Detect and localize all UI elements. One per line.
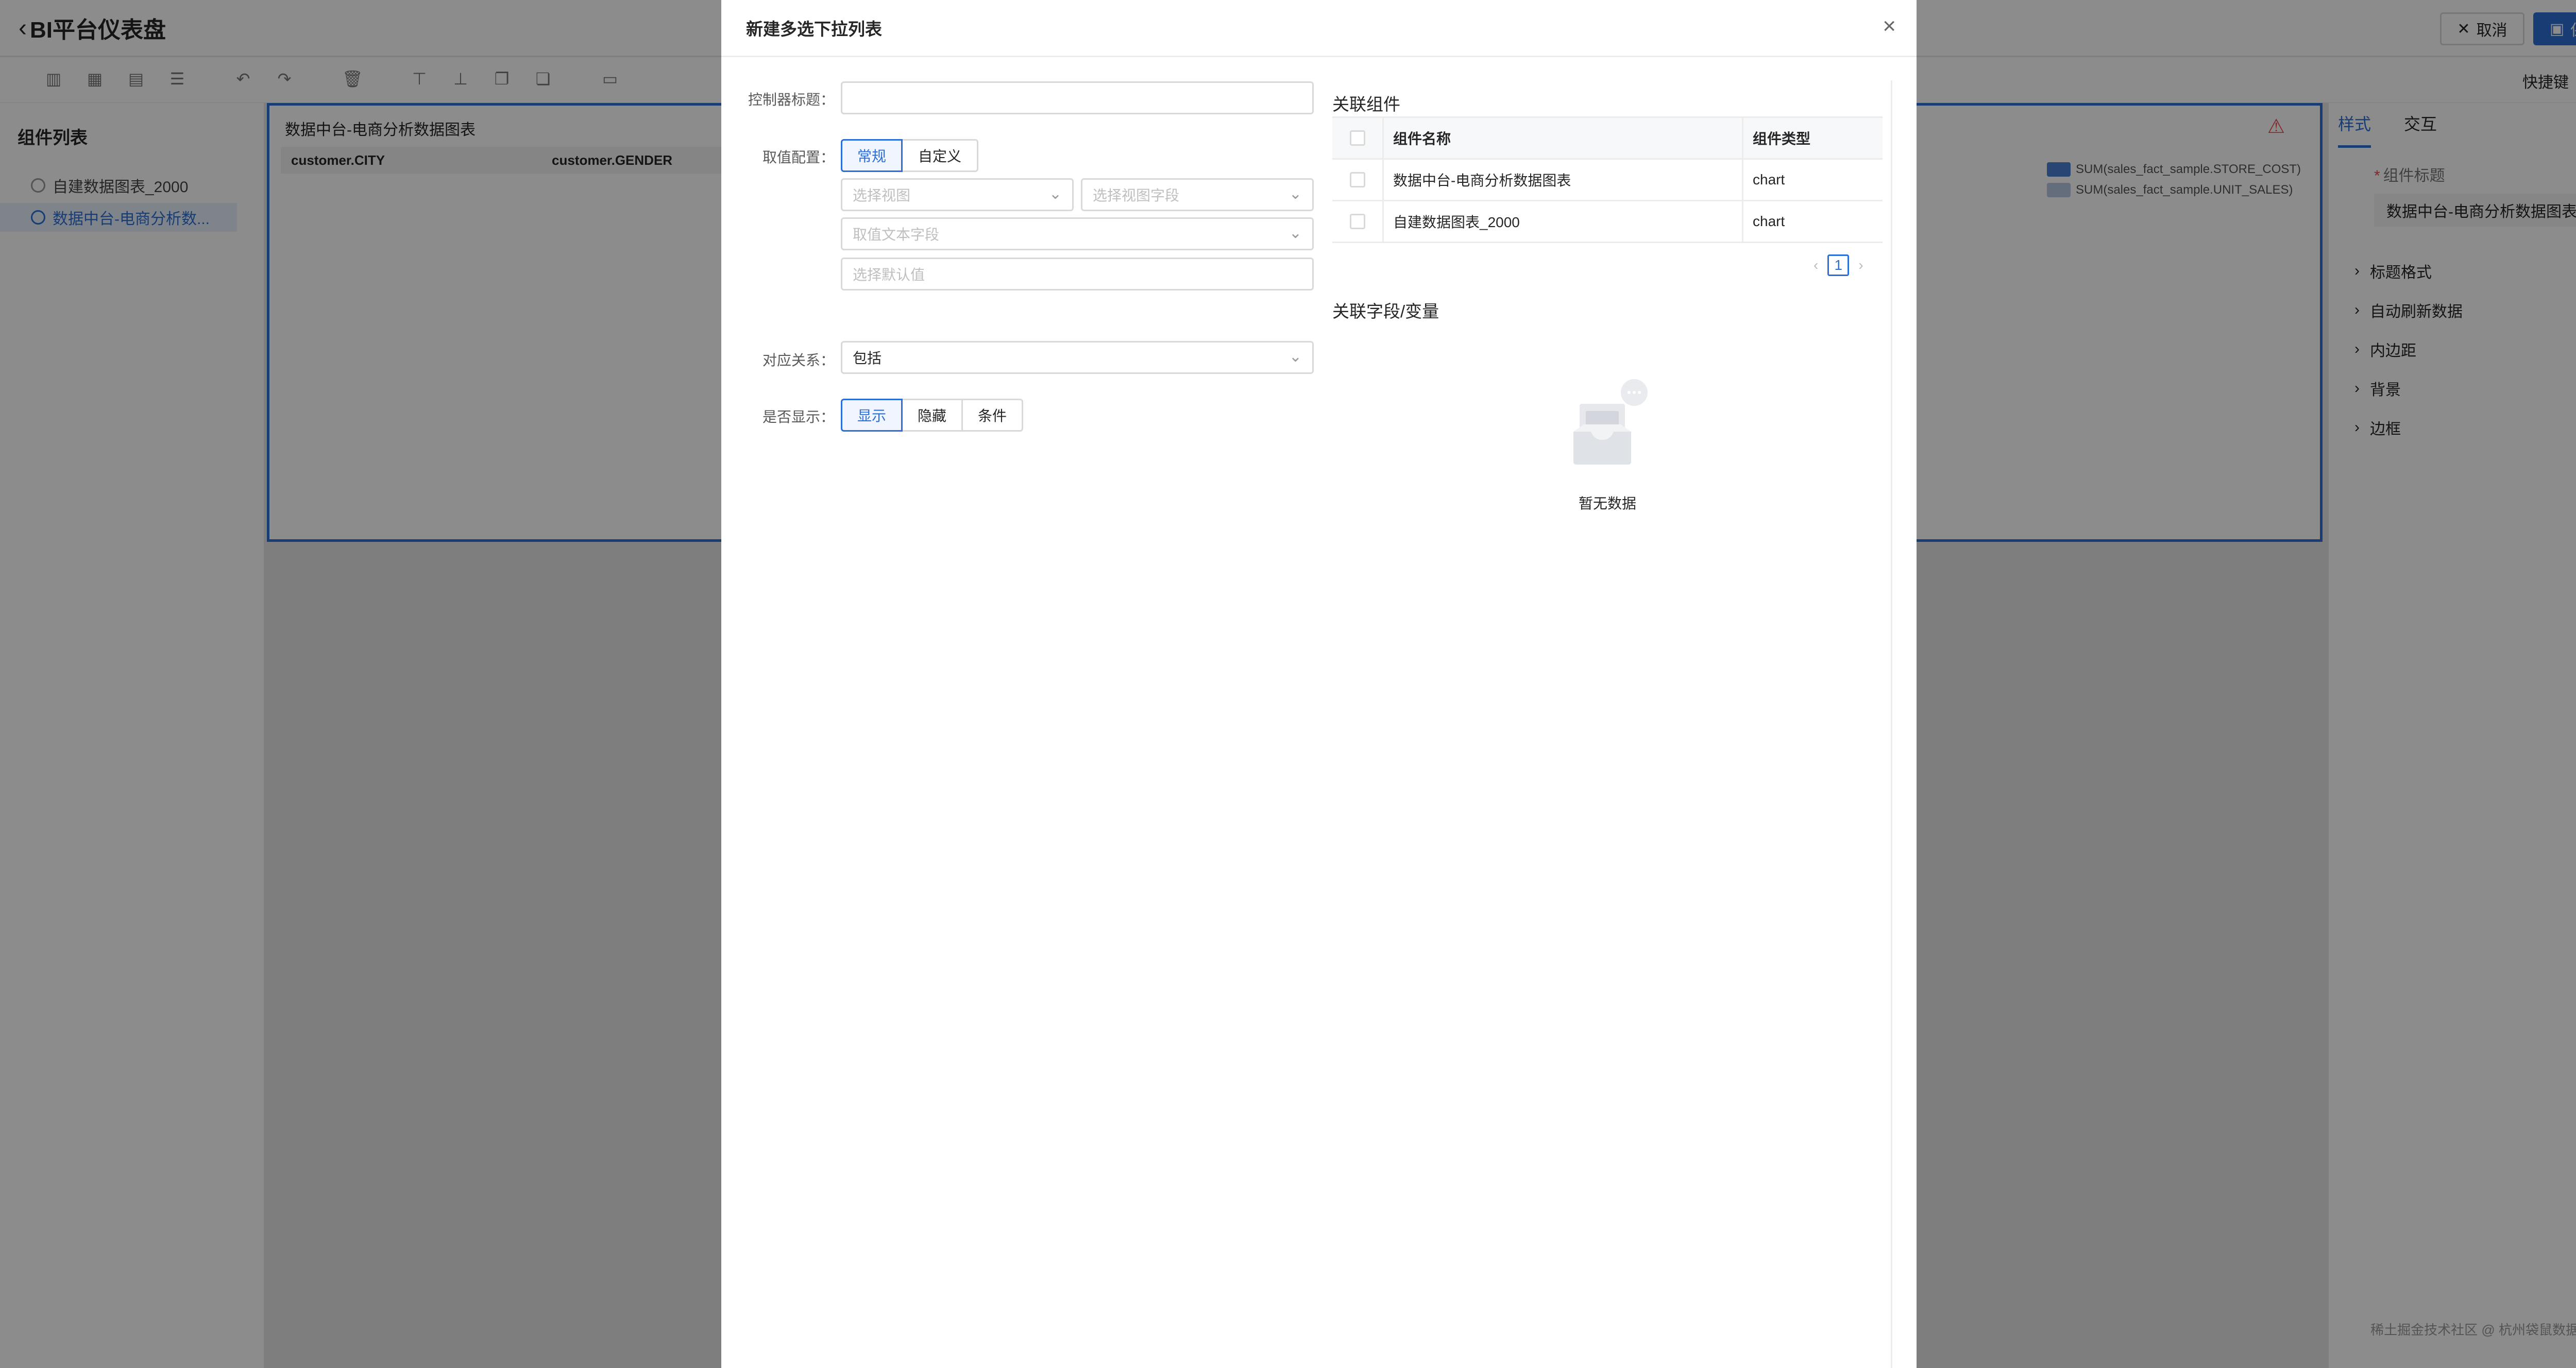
linked-components-table: 组件名称 组件类型 数据中台-电商分析数据图表 chart 自建数据图表_200… — [1332, 116, 1883, 243]
display-segmented: 显示 隐藏 条件 — [841, 399, 1023, 432]
default-value-placeholder: 选择默认值 — [853, 267, 925, 283]
linked-components-title: 关联组件 — [1332, 95, 1400, 114]
modal-close-icon[interactable]: × — [1883, 13, 1896, 39]
relation-label: 对应关系： — [762, 352, 835, 368]
table-row[interactable]: 自建数据图表_2000 chart — [1332, 201, 1883, 243]
relation-select-value: 包括 — [853, 350, 882, 366]
view-select-placeholder: 选择视图 — [853, 187, 911, 203]
text-field-select-placeholder: 取值文本字段 — [853, 227, 940, 243]
row-checkbox[interactable] — [1349, 172, 1365, 187]
select-all-cell — [1332, 118, 1384, 158]
modal-scroll-divider — [1891, 80, 1892, 1368]
view-select[interactable]: 选择视图 ⌄ — [841, 178, 1074, 211]
next-page-icon[interactable]: › — [1858, 257, 1863, 273]
row-checkbox[interactable] — [1349, 214, 1365, 229]
controller-title-label-text: 控制器标题 — [748, 92, 820, 108]
display-option-show[interactable]: 显示 — [841, 399, 903, 432]
chevron-down-icon: ⌄ — [1048, 185, 1062, 202]
linked-fields-title: 关联字段/变量 — [1332, 302, 1439, 321]
page-number[interactable]: 1 — [1827, 254, 1850, 276]
value-config-label-text: 取值配置 — [762, 149, 820, 165]
component-name-cell: 数据中台-电商分析数据图表 — [1384, 160, 1743, 200]
component-type-cell: chart — [1753, 213, 1785, 229]
component-type-cell: chart — [1753, 172, 1785, 187]
relation-label-text: 对应关系 — [762, 352, 820, 368]
row-select-cell — [1332, 201, 1384, 242]
value-config-segmented: 常规 自定义 — [841, 139, 978, 172]
relation-select[interactable]: 包括 ⌄ — [841, 341, 1314, 374]
display-label-text: 是否显示 — [762, 409, 820, 425]
view-field-select-placeholder: 选择视图字段 — [1093, 187, 1180, 203]
display-option-hide[interactable]: 隐藏 — [901, 399, 963, 432]
column-header-type: 组件类型 — [1753, 131, 1811, 147]
value-config-label: 取值配置： — [762, 149, 835, 165]
value-config-option-normal[interactable]: 常规 — [841, 139, 903, 172]
modal-title: 新建多选下拉列表 — [746, 20, 882, 39]
chevron-down-icon: ⌄ — [1289, 348, 1302, 365]
table-header-row: 组件名称 组件类型 — [1332, 116, 1883, 160]
modal-divider — [721, 56, 1917, 57]
display-option-condition[interactable]: 条件 — [961, 399, 1023, 432]
component-name-cell: 自建数据图表_2000 — [1384, 201, 1743, 242]
pagination: ‹ 1 › — [1814, 254, 1863, 276]
text-field-select[interactable]: 取值文本字段 ⌄ — [841, 217, 1314, 250]
chevron-down-icon: ⌄ — [1289, 225, 1302, 242]
empty-state-text: 暂无数据 — [1578, 495, 1636, 511]
select-all-checkbox[interactable] — [1349, 130, 1365, 146]
empty-inbox-icon — [1573, 379, 1648, 465]
view-field-select[interactable]: 选择视图字段 ⌄ — [1081, 178, 1314, 211]
column-header-name: 组件名称 — [1384, 118, 1743, 158]
row-select-cell — [1332, 160, 1384, 200]
prev-page-icon[interactable]: ‹ — [1814, 257, 1818, 273]
new-multiselect-dropdown-modal: 新建多选下拉列表 × 控制器标题： 取值配置： 常规 自定义 选择视图 ⌄ 选择… — [721, 0, 1917, 1368]
value-config-option-custom[interactable]: 自定义 — [901, 139, 978, 172]
controller-title-input[interactable] — [841, 81, 1314, 114]
default-value-input[interactable]: 选择默认值 — [841, 258, 1314, 290]
chevron-down-icon: ⌄ — [1289, 185, 1302, 202]
controller-title-label: 控制器标题： — [748, 92, 835, 108]
display-label: 是否显示： — [762, 409, 835, 425]
table-row[interactable]: 数据中台-电商分析数据图表 chart — [1332, 160, 1883, 201]
